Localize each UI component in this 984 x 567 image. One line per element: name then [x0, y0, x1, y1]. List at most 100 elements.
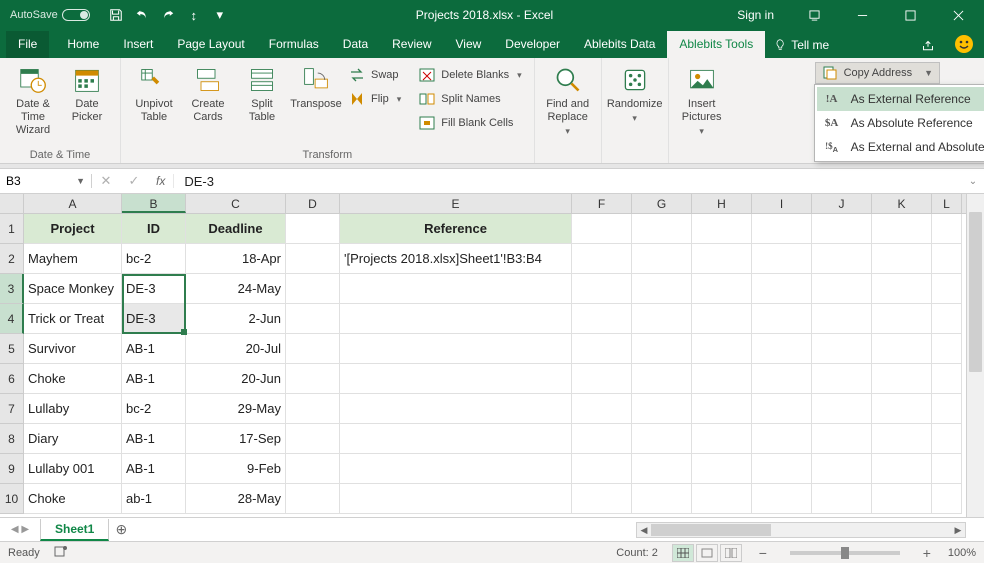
- date-picker-button[interactable]: Date Picker: [62, 62, 112, 124]
- cell[interactable]: [932, 394, 962, 424]
- unpivot-table-button[interactable]: Unpivot Table: [129, 62, 179, 124]
- cell[interactable]: [572, 274, 632, 304]
- cell[interactable]: [692, 424, 752, 454]
- cell[interactable]: [286, 304, 340, 334]
- select-all-corner[interactable]: [0, 194, 24, 213]
- cell[interactable]: [812, 484, 872, 514]
- cell[interactable]: Space Monkey: [24, 274, 122, 304]
- cell[interactable]: [692, 484, 752, 514]
- cell[interactable]: [752, 454, 812, 484]
- col-header[interactable]: K: [872, 194, 932, 213]
- cell[interactable]: [812, 244, 872, 274]
- cell[interactable]: [812, 304, 872, 334]
- zoom-in-button[interactable]: +: [920, 545, 934, 561]
- autosave-toggle[interactable]: AutoSave: [10, 9, 90, 21]
- cell[interactable]: [632, 214, 692, 244]
- scrollbar-thumb[interactable]: [969, 212, 982, 372]
- cell[interactable]: [286, 424, 340, 454]
- cell[interactable]: [932, 274, 962, 304]
- cell[interactable]: [872, 424, 932, 454]
- cell[interactable]: [932, 334, 962, 364]
- cell[interactable]: [752, 244, 812, 274]
- vertical-scrollbar[interactable]: [966, 194, 984, 517]
- add-sheet-button[interactable]: ⊕: [109, 521, 133, 538]
- cell[interactable]: [340, 274, 572, 304]
- cell[interactable]: Diary: [24, 424, 122, 454]
- cell[interactable]: [812, 424, 872, 454]
- cell[interactable]: [752, 274, 812, 304]
- cell[interactable]: 20-Jun: [186, 364, 286, 394]
- formula-input[interactable]: DE-3: [174, 174, 962, 189]
- cell[interactable]: [572, 424, 632, 454]
- tab-developer[interactable]: Developer: [493, 31, 572, 58]
- split-names-button[interactable]: Split Names: [415, 88, 525, 110]
- split-table-button[interactable]: Split Table: [237, 62, 287, 124]
- cell[interactable]: 24-May: [186, 274, 286, 304]
- cell[interactable]: [632, 364, 692, 394]
- cell[interactable]: [286, 484, 340, 514]
- cell[interactable]: [572, 214, 632, 244]
- row-header[interactable]: 1: [0, 214, 24, 244]
- view-page-layout-icon[interactable]: [696, 544, 718, 562]
- cell[interactable]: [632, 334, 692, 364]
- cell[interactable]: [340, 304, 572, 334]
- col-header[interactable]: H: [692, 194, 752, 213]
- cell[interactable]: [752, 214, 812, 244]
- cell[interactable]: Survivor: [24, 334, 122, 364]
- cell[interactable]: [692, 304, 752, 334]
- cell[interactable]: bc-2: [122, 394, 186, 424]
- fx-icon[interactable]: fx: [148, 174, 174, 188]
- tell-me[interactable]: Tell me: [765, 32, 839, 58]
- horizontal-scrollbar[interactable]: ◀▶: [636, 522, 966, 538]
- column-header-cell[interactable]: ID: [122, 214, 186, 244]
- fill-blank-button[interactable]: Fill Blank Cells: [415, 112, 525, 134]
- cell[interactable]: [692, 214, 752, 244]
- cell[interactable]: 28-May: [186, 484, 286, 514]
- sign-in-link[interactable]: Sign in: [737, 8, 774, 22]
- cell[interactable]: AB-1: [122, 424, 186, 454]
- find-replace-button[interactable]: Find and Replace▾: [543, 62, 593, 137]
- row-header[interactable]: 9: [0, 454, 24, 484]
- col-header[interactable]: J: [812, 194, 872, 213]
- col-header[interactable]: F: [572, 194, 632, 213]
- expand-formula-bar-icon[interactable]: ⌄: [962, 176, 984, 187]
- tab-review[interactable]: Review: [380, 31, 443, 58]
- cell[interactable]: [286, 214, 340, 244]
- tab-ablebits-data[interactable]: Ablebits Data: [572, 31, 667, 58]
- cell[interactable]: [812, 454, 872, 484]
- cell[interactable]: [872, 454, 932, 484]
- cell[interactable]: [572, 394, 632, 424]
- cell[interactable]: [340, 364, 572, 394]
- share-icon[interactable]: [912, 34, 944, 58]
- tab-data[interactable]: Data: [331, 31, 380, 58]
- cell[interactable]: [932, 424, 962, 454]
- save-icon[interactable]: [104, 3, 128, 27]
- tab-ablebits-tools[interactable]: Ablebits Tools: [667, 31, 765, 58]
- cell[interactable]: [286, 364, 340, 394]
- col-header[interactable]: A: [24, 194, 122, 213]
- row-header[interactable]: 7: [0, 394, 24, 424]
- menu-as-absolute-ref[interactable]: $AAs Absolute Reference: [817, 111, 984, 135]
- row-header[interactable]: 3: [0, 274, 24, 304]
- cell[interactable]: [340, 424, 572, 454]
- cell[interactable]: [632, 454, 692, 484]
- cell[interactable]: [752, 484, 812, 514]
- cell[interactable]: bc-2: [122, 244, 186, 274]
- tab-home[interactable]: Home: [55, 31, 111, 58]
- undo-icon[interactable]: [130, 3, 154, 27]
- cell[interactable]: 20-Jul: [186, 334, 286, 364]
- cell[interactable]: [572, 454, 632, 484]
- cell[interactable]: [932, 454, 962, 484]
- column-header-cell[interactable]: Reference: [340, 214, 572, 244]
- cell[interactable]: [872, 484, 932, 514]
- col-header[interactable]: G: [632, 194, 692, 213]
- cell[interactable]: ab-1: [122, 484, 186, 514]
- flip-button[interactable]: Flip▾: [345, 88, 405, 110]
- cell[interactable]: [812, 394, 872, 424]
- cell[interactable]: [572, 244, 632, 274]
- enter-formula-icon[interactable]: ✓: [120, 173, 148, 189]
- cell[interactable]: 17-Sep: [186, 424, 286, 454]
- cell[interactable]: [752, 364, 812, 394]
- cell[interactable]: [872, 214, 932, 244]
- cell[interactable]: [632, 304, 692, 334]
